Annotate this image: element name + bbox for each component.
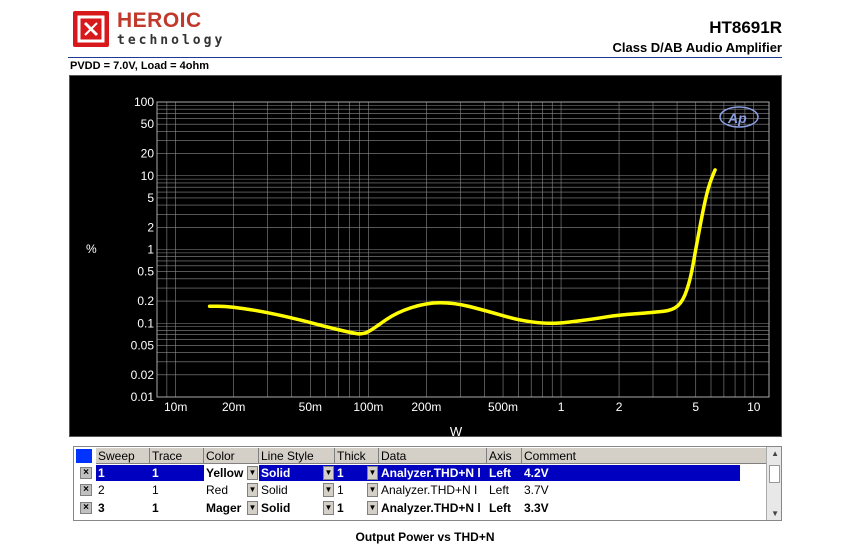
- brand-logo-icon: [73, 11, 109, 47]
- legend-column-header[interactable]: Thick: [335, 448, 379, 464]
- legend-column-header[interactable]: Data: [379, 448, 487, 464]
- y-tick-label: 20: [141, 147, 155, 161]
- y-tick-label: 50: [141, 117, 155, 131]
- y-tick-label: 100: [134, 95, 154, 109]
- trace-enable-checkbox[interactable]: ×: [80, 484, 92, 496]
- y-tick-label: 5: [147, 191, 154, 205]
- series-line-2: [208, 168, 717, 336]
- dropdown-arrow-icon[interactable]: ▼: [367, 501, 378, 515]
- legend-cell-axis[interactable]: Left: [487, 500, 522, 516]
- selected-color-swatch[interactable]: [76, 449, 92, 463]
- legend-cell-trace[interactable]: 1: [150, 465, 204, 481]
- legend-cell-axis[interactable]: Left: [487, 482, 522, 498]
- x-tick-label: 500m: [488, 400, 518, 414]
- legend-cell-comment[interactable]: 3.7V: [522, 482, 766, 498]
- legend-cell-trace[interactable]: 1: [150, 500, 204, 516]
- y-tick-label: 0.02: [131, 368, 155, 382]
- chart-grid: [156, 101, 770, 398]
- legend-column-header[interactable]: Sweep: [96, 448, 150, 464]
- legend-cell-comment[interactable]: 3.3V: [522, 500, 766, 516]
- legend-cell-sweep[interactable]: 3: [96, 500, 150, 516]
- x-tick-label: 50m: [299, 400, 322, 414]
- y-tick-label: 1: [147, 243, 154, 257]
- legend-column-header[interactable]: Axis: [487, 448, 522, 464]
- y-tick-label: 10: [141, 169, 155, 183]
- scroll-thumb[interactable]: [769, 465, 780, 483]
- legend-cell-sweep[interactable]: 1: [96, 465, 150, 481]
- y-tick-label: 0.01: [131, 390, 155, 404]
- ap-watermark: Ap: [727, 110, 747, 126]
- dropdown-arrow-icon[interactable]: ▼: [323, 483, 334, 497]
- y-tick-label: 0.05: [131, 338, 155, 352]
- legend-cell-axis[interactable]: Left: [487, 465, 522, 481]
- legend-column-header[interactable]: Line Style: [259, 448, 335, 464]
- x-tick-label: 200m: [411, 400, 441, 414]
- legend-cell-trace[interactable]: 1: [150, 482, 204, 498]
- x-tick-label: 10: [747, 400, 761, 414]
- dropdown-arrow-icon[interactable]: ▼: [247, 466, 258, 480]
- x-axis-ticks: 10m 20m 50m 100m 200m 500m 1 2 5 10: [164, 400, 761, 414]
- figure-caption: Output Power vs THD+N: [355, 530, 495, 544]
- legend-cell-data[interactable]: Analyzer.THD+N l: [379, 500, 487, 516]
- ap-watermark-icon: Ap: [719, 106, 759, 128]
- series-line-1: [208, 168, 717, 336]
- legend-column-header[interactable]: Comment: [522, 448, 767, 464]
- series-line-3: [207, 168, 717, 336]
- legend-scrollbar[interactable]: ▲ ▼: [766, 447, 781, 520]
- scroll-down-icon[interactable]: ▼: [771, 509, 779, 518]
- x-tick-label: 20m: [222, 400, 245, 414]
- dropdown-arrow-icon[interactable]: ▼: [367, 466, 378, 480]
- thd-chart: 100 50 20 10 5 2 1 0.5 0.2 0.1 0.05 0.02 0.01 10m 20m…: [86, 95, 770, 437]
- header-divider: [68, 57, 782, 58]
- legend-column-header[interactable]: Color: [204, 448, 259, 464]
- x-tick-label: 10m: [164, 400, 187, 414]
- y-tick-label: 0.5: [137, 265, 154, 279]
- legend-cell-data[interactable]: Analyzer.THD+N I: [379, 482, 487, 498]
- legend-cell-data[interactable]: Analyzer.THD+N l: [379, 465, 487, 481]
- dropdown-arrow-icon[interactable]: ▼: [323, 501, 334, 515]
- dropdown-arrow-icon[interactable]: ▼: [247, 483, 258, 497]
- dropdown-arrow-icon[interactable]: ▼: [323, 466, 334, 480]
- x-axis-label: W: [450, 424, 463, 437]
- scroll-up-icon[interactable]: ▲: [771, 449, 779, 458]
- trace-enable-checkbox[interactable]: ×: [80, 502, 92, 514]
- x-tick-label: 100m: [353, 400, 383, 414]
- chart-series: [207, 168, 717, 336]
- brand-name: HEROIC: [117, 9, 202, 32]
- x-tick-label: 5: [692, 400, 699, 414]
- part-description: Class D/AB Audio Amplifier: [612, 40, 782, 55]
- legend-cell-sweep[interactable]: 2: [96, 482, 150, 498]
- part-number: HT8691R: [709, 18, 782, 37]
- y-tick-label: 0.2: [137, 294, 154, 308]
- y-tick-label: 2: [147, 220, 154, 234]
- dropdown-arrow-icon[interactable]: ▼: [367, 483, 378, 497]
- y-axis-label: %: [86, 242, 97, 256]
- brand-subtitle: technology: [117, 33, 226, 48]
- trace-enable-checkbox[interactable]: ×: [80, 467, 92, 479]
- y-axis-ticks: 100 50 20 10 5 2 1 0.5 0.2 0.1 0.05 0.02 0.01: [131, 95, 155, 404]
- y-tick-label: 0.1: [137, 316, 154, 330]
- dropdown-arrow-icon[interactable]: ▼: [247, 501, 258, 515]
- x-tick-label: 2: [616, 400, 623, 414]
- trace-legend-table: Sweep Trace Color Line Style Thick Data Axis Co…: [73, 446, 782, 521]
- legend-column-header[interactable]: Trace: [150, 448, 204, 464]
- test-condition: PVDD = 7.0V, Load = 4ohm: [70, 60, 209, 72]
- x-tick-label: 1: [558, 400, 565, 414]
- legend-cell-comment[interactable]: 4.2V: [522, 465, 740, 481]
